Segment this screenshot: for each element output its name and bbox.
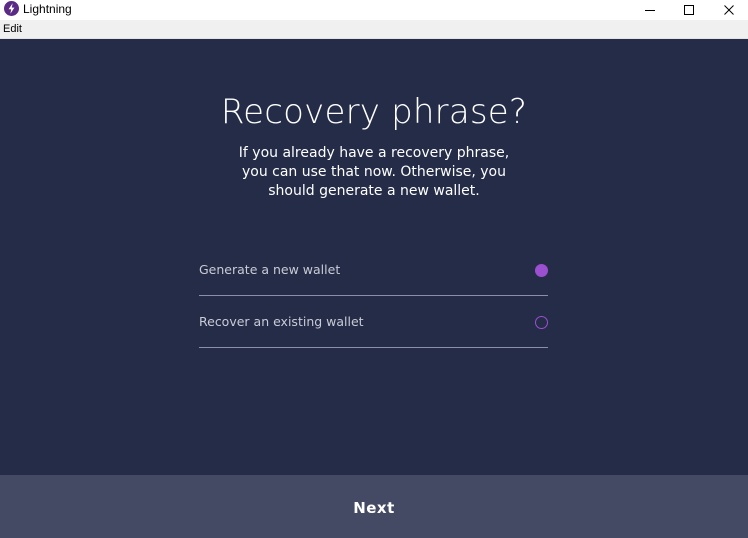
next-button[interactable]: Next <box>0 475 748 538</box>
radio-selected-icon[interactable] <box>535 264 548 277</box>
option-generate-wallet[interactable]: Generate a new wallet <box>199 244 548 296</box>
maximize-icon <box>684 5 694 15</box>
option-label: Recover an existing wallet <box>199 314 364 329</box>
menu-item-edit[interactable]: Edit <box>3 23 22 35</box>
window-title: Lightning <box>23 2 72 16</box>
lightning-bolt-icon <box>4 1 19 16</box>
option-recover-wallet[interactable]: Recover an existing wallet <box>199 296 548 348</box>
minimize-icon <box>645 10 655 11</box>
main-panel: Recovery phrase? If you already have a r… <box>0 39 748 475</box>
option-label: Generate a new wallet <box>199 262 341 277</box>
close-button[interactable] <box>709 0 748 20</box>
close-icon <box>724 5 734 15</box>
page-title: Recovery phrase? <box>220 92 528 132</box>
maximize-button[interactable] <box>669 0 709 20</box>
next-button-label: Next <box>353 499 395 517</box>
radio-unselected-icon[interactable] <box>535 316 548 329</box>
minimize-button[interactable] <box>630 0 670 20</box>
page-subtitle: If you already have a recovery phrase, y… <box>238 145 510 199</box>
title-bar: Lightning <box>0 0 748 20</box>
menu-bar: Edit <box>0 20 748 39</box>
